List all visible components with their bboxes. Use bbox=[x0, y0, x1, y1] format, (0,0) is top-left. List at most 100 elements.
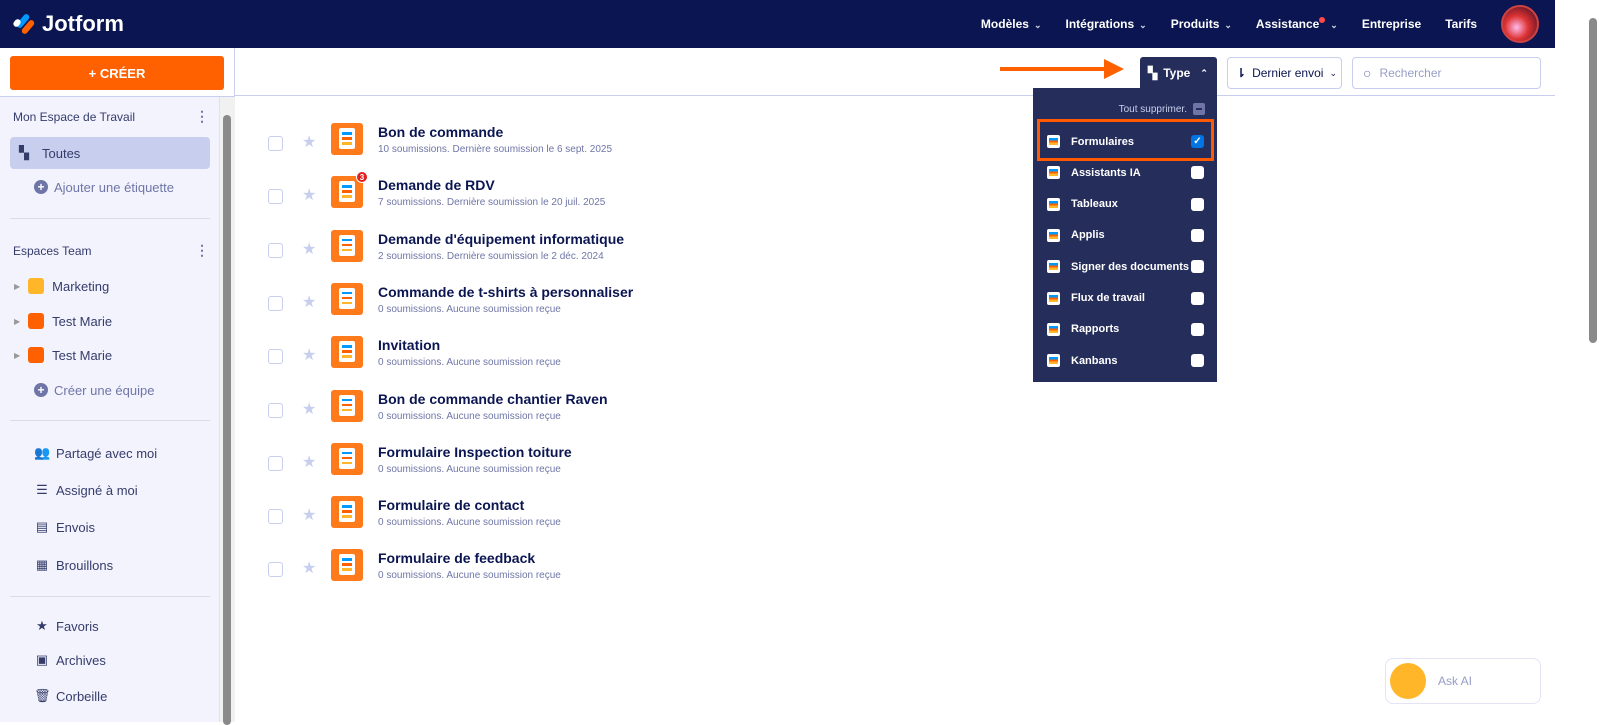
indeterminate-checkbox[interactable] bbox=[1193, 103, 1205, 115]
form-title[interactable]: Formulaire de feedback bbox=[378, 550, 535, 566]
team-marketing[interactable]: ▶ Marketing bbox=[6, 270, 206, 302]
team-test-marie[interactable]: ▶ Test Marie bbox=[6, 305, 206, 337]
nav-assistance[interactable]: Assistance ⌄ bbox=[1256, 17, 1338, 31]
type-option[interactable]: Applis bbox=[1033, 220, 1217, 251]
form-title[interactable]: Formulaire de contact bbox=[378, 497, 524, 513]
annotation-arrowhead bbox=[1104, 59, 1124, 79]
type-option[interactable]: Assistants IA bbox=[1033, 157, 1217, 188]
create-team-button[interactable]: + Créer une équipe bbox=[10, 374, 210, 406]
form-row[interactable]: ★ 3 Demande de RDV 7 soumissions. Dernière … bbox=[268, 171, 968, 225]
form-row[interactable]: ★ Commande de t-shirts à personnaliser 0 s… bbox=[268, 282, 968, 332]
row-checkbox[interactable] bbox=[268, 295, 283, 311]
item-label: Test Marie bbox=[52, 347, 113, 363]
form-subtitle: 0 soumissions. Aucune soumission reçue bbox=[378, 410, 561, 422]
form-title[interactable]: Commande de t-shirts à personnaliser bbox=[378, 284, 633, 300]
grid-icon: ▚ bbox=[19, 145, 29, 160]
form-title[interactable]: Demande d'équipement informatique bbox=[378, 231, 624, 247]
form-title[interactable]: Formulaire Inspection toiture bbox=[378, 444, 572, 460]
sidebar-item-archives[interactable]: ▣ Archives bbox=[10, 644, 210, 676]
scrollbar-thumb[interactable] bbox=[223, 115, 231, 725]
type-option[interactable]: Signer des documents bbox=[1033, 251, 1217, 282]
star-icon[interactable]: ★ bbox=[302, 558, 316, 578]
nav-entreprise[interactable]: Entreprise bbox=[1362, 17, 1421, 31]
form-title[interactable]: Demande de RDV bbox=[378, 177, 495, 193]
row-checkbox[interactable] bbox=[268, 455, 283, 471]
nav-label: Assistance bbox=[1255, 17, 1320, 31]
nav-tarifs[interactable]: Tarifs bbox=[1445, 17, 1477, 31]
add-label-button[interactable]: + Ajouter une étiquette bbox=[10, 171, 210, 203]
star-icon[interactable]: ★ bbox=[302, 292, 316, 312]
form-title[interactable]: Invitation bbox=[378, 337, 440, 353]
plus-icon: + bbox=[34, 180, 48, 194]
nav-produits[interactable]: Produits ⌄ bbox=[1171, 17, 1232, 31]
row-checkbox[interactable] bbox=[268, 189, 283, 205]
type-option[interactable]: Rapports bbox=[1033, 314, 1217, 345]
star-icon[interactable]: ★ bbox=[302, 345, 316, 365]
row-checkbox[interactable] bbox=[268, 562, 283, 578]
user-avatar[interactable] bbox=[1501, 5, 1539, 43]
star-icon[interactable]: ★ bbox=[302, 132, 316, 152]
scrollbar-thumb[interactable] bbox=[1589, 18, 1597, 343]
type-option[interactable]: Tableaux bbox=[1033, 189, 1217, 220]
sort-button[interactable]: ⇂ Dernier envoi ⌄ bbox=[1227, 57, 1342, 89]
sidebar-item-favoris[interactable]: ★ Favoris bbox=[10, 610, 210, 642]
team-icon bbox=[28, 347, 45, 363]
ask-ai-button[interactable]: Ask AI bbox=[1385, 658, 1541, 704]
row-checkbox[interactable] bbox=[268, 136, 283, 151]
form-row[interactable]: ★ Formulaire de contact 0 soumissions. Auc… bbox=[268, 496, 968, 545]
caret-right-icon[interactable]: ▶ bbox=[14, 351, 20, 360]
type-filter-button[interactable]: ▚ Type ⌃ bbox=[1140, 57, 1217, 89]
star-icon[interactable]: ★ bbox=[302, 452, 316, 472]
form-row[interactable]: ★ Formulaire de feedback 0 soumissions. Au… bbox=[268, 549, 968, 598]
sidebar-scrollbar[interactable] bbox=[220, 97, 235, 725]
sidebar-item-assigned[interactable]: ☰ Assigné à moi bbox=[10, 474, 210, 506]
star-icon[interactable]: ★ bbox=[302, 399, 316, 419]
row-checkbox[interactable] bbox=[268, 509, 283, 525]
type-option[interactable]: Kanbans bbox=[1033, 345, 1217, 376]
team-test-marie-2[interactable]: ▶ Test Marie bbox=[6, 339, 206, 371]
type-icon bbox=[1047, 291, 1060, 305]
nav-modeles[interactable]: Modèles ⌄ bbox=[981, 17, 1042, 31]
row-checkbox[interactable] bbox=[268, 402, 283, 418]
row-checkbox[interactable] bbox=[268, 242, 283, 258]
form-title[interactable]: Bon de commande chantier Raven bbox=[378, 391, 608, 407]
caret-right-icon[interactable]: ▶ bbox=[14, 317, 20, 326]
archive-icon: ▣ bbox=[35, 652, 49, 667]
option-checkbox[interactable] bbox=[1191, 228, 1204, 242]
option-checkbox[interactable] bbox=[1191, 166, 1204, 180]
star-icon[interactable]: ★ bbox=[302, 505, 316, 525]
clear-all-button[interactable]: Tout supprimer. bbox=[1119, 103, 1205, 115]
option-checkbox[interactable] bbox=[1191, 354, 1204, 368]
sidebar-item-drafts[interactable]: ▦ Brouillons bbox=[10, 549, 210, 581]
nav-integrations[interactable]: Intégrations ⌄ bbox=[1065, 17, 1146, 31]
draft-icon: ▦ bbox=[35, 557, 49, 572]
form-row[interactable]: ★ Invitation 0 soumissions. Aucune soumiss… bbox=[268, 336, 968, 385]
type-option[interactable]: Flux de travail bbox=[1033, 283, 1217, 314]
option-checkbox[interactable] bbox=[1191, 322, 1204, 336]
form-row[interactable]: ★ Bon de commande chantier Raven 0 soumiss… bbox=[268, 389, 968, 439]
option-checkbox[interactable] bbox=[1191, 260, 1204, 274]
star-icon[interactable]: ★ bbox=[302, 185, 316, 205]
option-checkbox[interactable] bbox=[1191, 197, 1204, 211]
option-checkbox[interactable] bbox=[1191, 291, 1204, 305]
sidebar-item-corbeille[interactable]: 🗑 Corbeille bbox=[10, 680, 210, 712]
form-row[interactable]: ★ Formulaire Inspection toiture 0 soumissi… bbox=[268, 442, 968, 492]
workspace-more-icon[interactable]: ⋮ bbox=[195, 108, 209, 125]
form-title[interactable]: Bon de commande bbox=[378, 124, 503, 140]
form-row[interactable]: ★ Demande d'équipement informatique 2 soum… bbox=[268, 229, 968, 279]
star-icon[interactable]: ★ bbox=[302, 239, 316, 259]
caret-right-icon[interactable]: ▶ bbox=[14, 282, 20, 291]
page-scrollbar[interactable] bbox=[1555, 0, 1599, 722]
row-checkbox[interactable] bbox=[268, 349, 283, 365]
form-icon bbox=[331, 229, 363, 262]
teams-more-icon[interactable]: ⋮ bbox=[195, 242, 209, 259]
form-row[interactable]: ★ Bon de commande 10 soumissions. Dernière… bbox=[268, 123, 968, 172]
sidebar-item-shared[interactable]: 👥 Partagé avec moi bbox=[10, 437, 210, 469]
sidebar-item-envois[interactable]: ▤ Envois bbox=[10, 511, 210, 543]
jotform-logo[interactable]: Jotform bbox=[12, 11, 124, 37]
create-button[interactable]: + CRÉER bbox=[10, 56, 224, 90]
search-input[interactable] bbox=[1379, 66, 1520, 80]
sort-label: Dernier envoi bbox=[1252, 66, 1324, 80]
sidebar-item-toutes[interactable]: ▚ Toutes bbox=[10, 137, 210, 169]
form-subtitle: 0 soumissions. Aucune soumission reçue bbox=[378, 463, 561, 475]
